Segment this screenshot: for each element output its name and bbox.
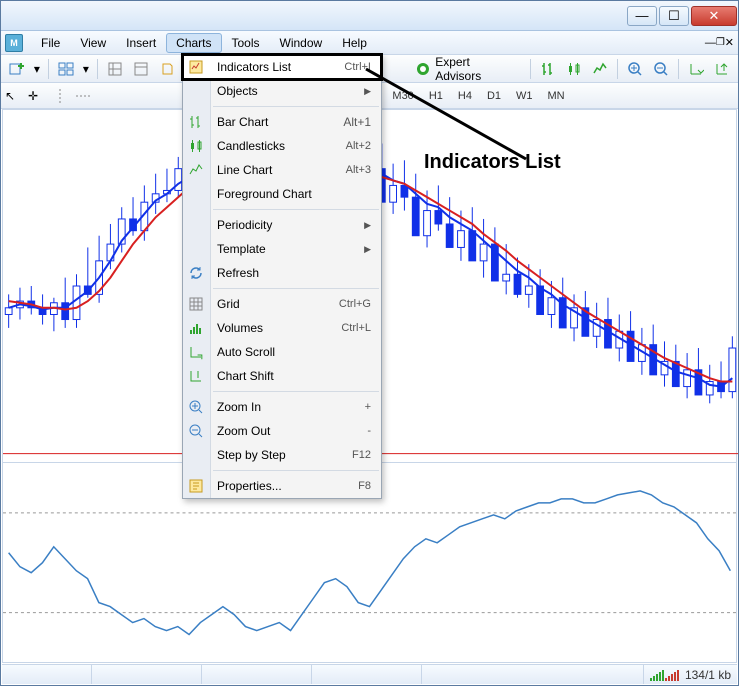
menu-window[interactable]: Window — [270, 33, 333, 53]
menubar: M File View Insert Charts Tools Window H… — [1, 31, 738, 55]
submenu-arrow-icon: ▶ — [364, 244, 371, 255]
candlesticks-icon — [188, 138, 204, 154]
window-controls: — ☐ ✕ — [627, 6, 737, 26]
auto-scroll-button[interactable] — [684, 58, 708, 80]
menu-chart-shift[interactable]: Chart Shift — [183, 364, 381, 388]
menu-volumes[interactable]: VolumesCtrl+L — [183, 316, 381, 340]
menu-candlesticks[interactable]: CandlesticksAlt+2 — [183, 134, 381, 158]
menu-refresh[interactable]: Refresh — [183, 261, 381, 285]
menu-auto-scroll[interactable]: Auto Scroll — [183, 340, 381, 364]
menu-step-by-step[interactable]: Step by StepF12 — [183, 443, 381, 467]
profiles-button[interactable] — [54, 58, 78, 80]
menu-tools[interactable]: Tools — [222, 33, 270, 53]
menu-foreground-chart[interactable]: Foreground Chart — [183, 182, 381, 206]
annotation-arrow — [356, 64, 536, 164]
candles-button[interactable] — [562, 58, 586, 80]
line-chart-icon — [188, 162, 204, 178]
chart-shift-button[interactable] — [710, 58, 734, 80]
titlebar: — ☐ ✕ — [1, 1, 738, 31]
menu-help[interactable]: Help — [332, 33, 377, 53]
mdi-minimize-button[interactable]: — — [705, 37, 716, 49]
app-window: — ☐ ✕ M File View Insert Charts Tools Wi… — [0, 0, 739, 686]
market-watch-button[interactable] — [103, 58, 127, 80]
connection-icon — [650, 669, 680, 681]
data-window-button[interactable] — [129, 58, 153, 80]
close-button[interactable]: ✕ — [691, 6, 737, 26]
grid-icon — [188, 296, 204, 312]
connection-status: 134/1 kb — [685, 668, 731, 682]
mdi-close-button[interactable]: ✕ — [725, 36, 734, 49]
zoom-out-icon — [188, 423, 204, 439]
minimize-button[interactable]: — — [627, 6, 657, 26]
bar-chart-icon — [188, 114, 204, 130]
indicators-list-label: Indicators List — [217, 60, 291, 74]
auto-scroll-icon — [188, 344, 204, 360]
profiles-dropdown[interactable]: ▾ — [80, 58, 92, 80]
menu-grid[interactable]: GridCtrl+G — [183, 292, 381, 316]
menu-bar-chart[interactable]: Bar ChartAlt+1 — [183, 110, 381, 134]
maximize-button[interactable]: ☐ — [659, 6, 689, 26]
vline-button[interactable] — [52, 88, 74, 104]
zoom-in-icon — [188, 399, 204, 415]
mdi-restore-button[interactable]: ❐ — [716, 37, 725, 48]
annotation-label: Indicators List — [424, 151, 561, 174]
volumes-icon — [188, 320, 204, 336]
menu-periodicity[interactable]: Periodicity▶ — [183, 213, 381, 237]
menu-file[interactable]: File — [31, 33, 70, 53]
properties-icon — [188, 478, 204, 494]
app-icon: M — [5, 34, 23, 52]
navigator-button[interactable] — [155, 58, 179, 80]
statusbar: 134/1 kb — [2, 664, 737, 684]
line-chart-button[interactable] — [588, 58, 612, 80]
chart-shift-icon — [188, 368, 204, 384]
tf-mn[interactable]: MN — [541, 87, 572, 105]
menu-properties[interactable]: Properties...F8 — [183, 474, 381, 498]
menu-indicators-list[interactable]: Indicators List Ctrl+I — [183, 55, 381, 79]
cursor-button[interactable]: ↖ — [5, 89, 27, 103]
menu-insert[interactable]: Insert — [116, 33, 166, 53]
new-chart-button[interactable] — [5, 58, 29, 80]
menu-template[interactable]: Template▶ — [183, 237, 381, 261]
new-chart-dropdown[interactable]: ▾ — [31, 58, 43, 80]
menu-charts[interactable]: Charts — [166, 33, 221, 53]
indicators-icon — [188, 59, 204, 75]
zoom-out-button[interactable] — [649, 58, 673, 80]
refresh-icon — [188, 265, 204, 281]
zoom-in-button[interactable] — [623, 58, 647, 80]
menu-zoom-out[interactable]: Zoom Out- — [183, 419, 381, 443]
bar-chart-button[interactable] — [536, 58, 560, 80]
menu-objects[interactable]: Objects▶ — [183, 79, 381, 103]
menu-zoom-in[interactable]: Zoom In+ — [183, 395, 381, 419]
submenu-arrow-icon: ▶ — [364, 220, 371, 231]
crosshair-button[interactable]: ✛ — [28, 89, 50, 103]
charts-dropdown: Indicators List Ctrl+I Objects▶ Bar Char… — [182, 54, 382, 499]
menu-line-chart[interactable]: Line ChartAlt+3 — [183, 158, 381, 182]
hline-button[interactable] — [75, 88, 97, 104]
menu-view[interactable]: View — [70, 33, 116, 53]
